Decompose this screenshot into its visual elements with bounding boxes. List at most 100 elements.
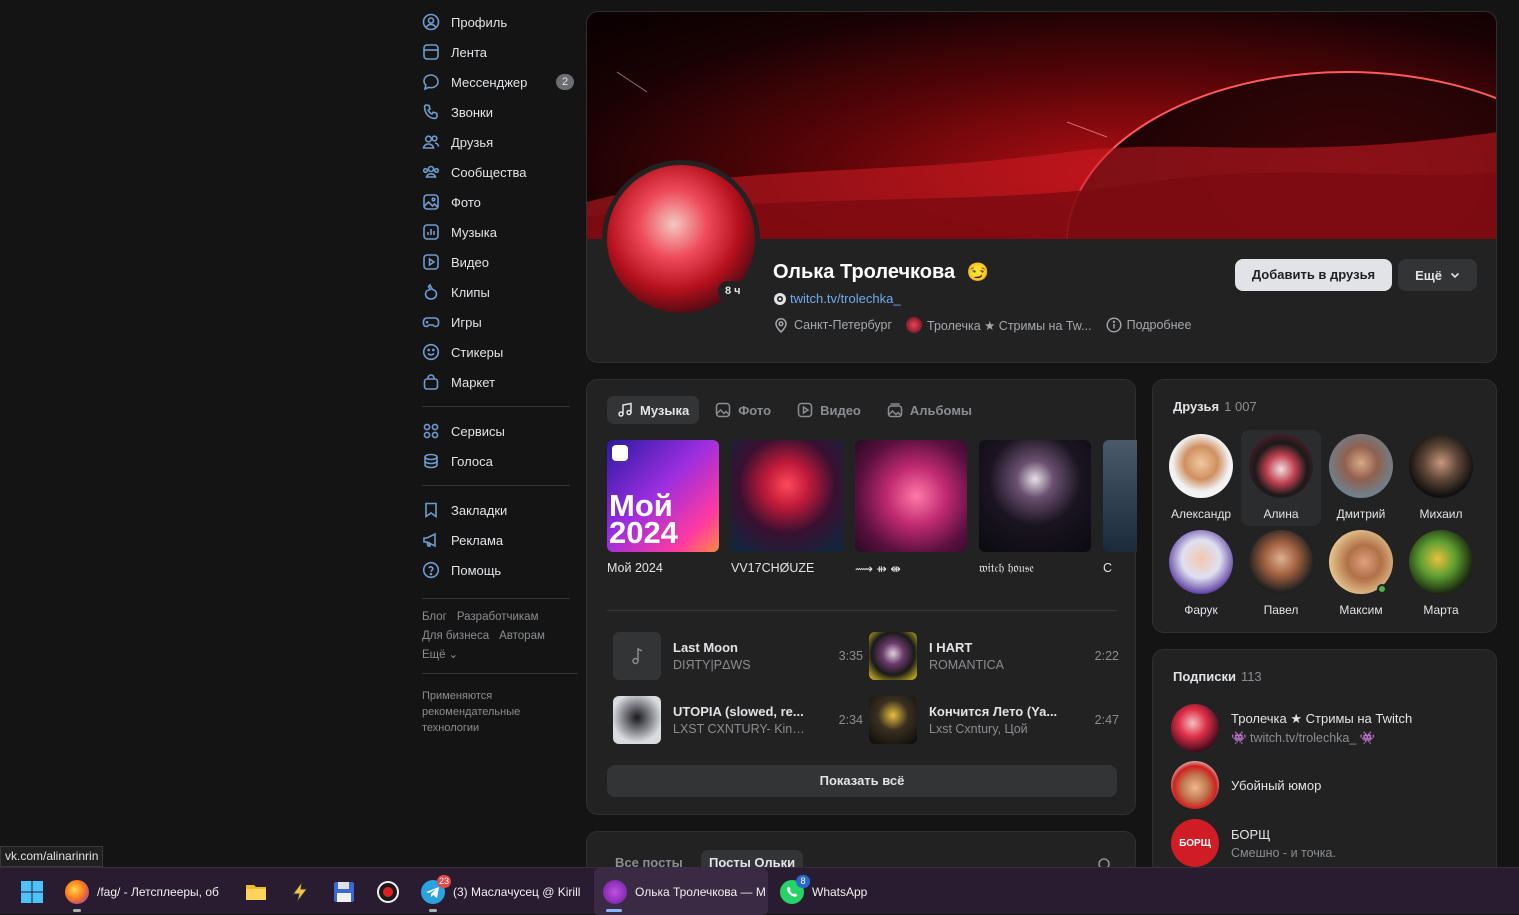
taskbar-label: Олька Тролечкова — М — [635, 884, 765, 899]
footer-more-link[interactable]: Ещё ⌄ — [422, 646, 574, 665]
nav-item-stickers[interactable]: Стикеры — [414, 337, 574, 367]
nav-item-profile[interactable]: Профиль — [414, 7, 574, 37]
nav-item-clips[interactable]: Клипы — [414, 277, 574, 307]
nav-divider — [422, 673, 578, 674]
nav-item-help[interactable]: Помощь — [414, 555, 574, 585]
track-item[interactable]: Last Moon DIЯTY|PΔWS 3:35 — [613, 632, 863, 680]
taskbar-vk-browser[interactable]: Олька Тролечкова — М — [594, 868, 768, 915]
community-info[interactable]: Тролечка ★ Стримы на Tw... — [906, 317, 1092, 333]
subscription-desc: Смешно - и точка. — [1231, 845, 1336, 860]
subscription-name: Тролечка ★ Стримы на Twitch — [1231, 710, 1413, 726]
add-friend-button[interactable]: Добавить в друзья — [1235, 259, 1392, 291]
friend-item[interactable]: Алина — [1241, 430, 1321, 526]
friend-item[interactable]: Марта — [1401, 526, 1481, 622]
bookmark-icon — [425, 502, 437, 519]
link-authors[interactable]: Авторам — [499, 630, 545, 642]
start-button[interactable] — [20, 868, 44, 915]
nav-item-calls[interactable]: Звонки — [414, 97, 574, 127]
profile-avatar[interactable]: 8 ч — [602, 160, 760, 318]
nav-item-bookmarks[interactable]: Закладки — [414, 495, 574, 525]
details-link[interactable]: Подробнее — [1106, 317, 1192, 333]
playlist-item[interactable]: VV17CHØUZE — [731, 440, 843, 580]
status-link-text: twitch.tv/trolechka_ — [790, 291, 901, 306]
subscription-item[interactable]: Тролечка ★ Стримы на Twitch 👾 twitch.tv/… — [1171, 704, 1412, 752]
profile-more-button[interactable]: Ещё — [1398, 259, 1477, 291]
firefox-icon — [65, 879, 89, 904]
community-label: Тролечка ★ Стримы на Tw... — [927, 318, 1092, 333]
emoji-status-icon: 😏 — [966, 262, 990, 282]
taskbar-explorer[interactable] — [244, 868, 268, 915]
playlist-item[interactable]: С — [1103, 440, 1137, 580]
nav-item-market[interactable]: Маркет — [414, 367, 574, 397]
nav-item-video[interactable]: Видео — [414, 247, 574, 277]
tab-photo[interactable]: Фото — [705, 396, 781, 424]
clips-icon — [424, 283, 438, 300]
tab-music[interactable]: Музыка — [607, 396, 700, 424]
subscriptions-header[interactable]: Подписки 113 — [1173, 669, 1262, 684]
nav-item-services[interactable]: Сервисы — [414, 416, 574, 446]
smile-icon — [422, 343, 440, 361]
track-item[interactable]: I HART ROMANTICA 2:22 — [869, 632, 1119, 680]
track-item[interactable]: Кончится Лето (Ya... Lxst Cxntury, Цой 2… — [869, 696, 1119, 744]
subscriptions-card: Подписки 113 Тролечка ★ Стримы на Twitch … — [1152, 649, 1497, 879]
taskbar-app-winamp[interactable] — [288, 868, 312, 915]
albums-icon — [887, 403, 903, 418]
friend-item[interactable]: Максим — [1321, 526, 1401, 622]
tab-video[interactable]: Видео — [787, 396, 871, 424]
whatsapp-icon: 8 — [780, 874, 810, 904]
nav-item-friends[interactable]: Друзья — [414, 127, 574, 157]
link-developers[interactable]: Разработчикам — [457, 611, 539, 623]
music-note-icon — [632, 647, 643, 665]
more-label: Ещё — [1415, 267, 1442, 283]
track-item[interactable]: UTOPIA (slowed, re... LXST CXNTURY- King… — [613, 696, 863, 744]
online-time-badge: 8 ч — [718, 281, 748, 301]
nav-item-votes[interactable]: Голоса — [414, 446, 574, 476]
playlist-cover — [731, 440, 843, 552]
taskbar-app-recorder[interactable] — [376, 868, 400, 915]
services-icon — [423, 423, 439, 439]
tab-albums[interactable]: Альбомы — [877, 396, 982, 424]
track-meta: Last Moon DIЯTY|PΔWS — [673, 640, 808, 672]
nav-label: Помощь — [451, 562, 502, 578]
nav-item-photo[interactable]: Фото — [414, 187, 574, 217]
nav-item-games[interactable]: Игры — [414, 307, 574, 337]
show-all-button[interactable]: Показать всё — [607, 765, 1117, 797]
taskbar-label: /fag/ - Летсплееры, об — [97, 884, 219, 899]
link-blog[interactable]: Блог — [422, 611, 447, 623]
profile-status-link[interactable]: twitch.tv/trolechka_ — [773, 291, 901, 306]
friends-header[interactable]: Друзья 1 007 — [1173, 399, 1257, 414]
playlist-cover-title: Мой 2024 — [609, 488, 678, 550]
nav-divider — [422, 598, 570, 599]
user-circle-icon — [422, 13, 440, 31]
subscription-item[interactable]: БОРЩ БОРЩ Смешно - и точка. — [1171, 819, 1336, 867]
nav-item-ads[interactable]: Реклама — [414, 525, 574, 555]
nav-item-messenger[interactable]: Мессенджер 2 — [414, 67, 574, 97]
friend-item[interactable]: Фарук — [1161, 526, 1241, 622]
playlist-item[interactable]: 𝔴𝔦𝔱𝔠𝔥 𝔥𝔬𝔲𝔰𝔢 — [979, 440, 1091, 580]
link-business[interactable]: Для бизнеса — [422, 630, 489, 642]
playlist-item[interactable]: Мой 2024 Мой 2024 — [607, 440, 719, 580]
nav-item-feed[interactable]: Лента — [414, 37, 574, 67]
floppy-disk-icon — [334, 881, 354, 902]
media-tabs: Музыка Фото Видео Альбомы — [607, 396, 982, 424]
friend-item[interactable]: Александр — [1161, 430, 1241, 526]
friend-item[interactable]: Михаил — [1401, 430, 1481, 526]
friend-item[interactable]: Дмитрий — [1321, 430, 1401, 526]
taskbar-app-save[interactable] — [332, 868, 356, 915]
taskbar-telegram[interactable]: 23 (3) Маслачусец @ Kirill — [412, 868, 588, 915]
lightning-icon — [292, 881, 309, 902]
friend-item[interactable]: Павел — [1241, 526, 1321, 622]
folder-icon — [246, 884, 266, 900]
playlist-item[interactable]: ⟿ ⇻ ⇼ — [855, 440, 967, 580]
friends-card: Друзья 1 007 Александр Алина Дмитрий Миха… — [1152, 379, 1497, 633]
taskbar-whatsapp[interactable]: 8 WhatsApp — [780, 868, 880, 915]
friend-name: Максим — [1339, 603, 1383, 617]
profile-name: Олька Тролечкова — [773, 261, 956, 283]
details-label: Подробнее — [1126, 318, 1192, 332]
nav-item-music[interactable]: Музыка — [414, 217, 574, 247]
nav-item-communities[interactable]: Сообщества — [414, 157, 574, 187]
subscription-item[interactable]: Убойный юмор — [1171, 761, 1321, 809]
online-indicator — [1377, 584, 1387, 594]
playlist-cover — [855, 440, 967, 552]
taskbar-firefox[interactable]: /fag/ - Летсплееры, об — [56, 868, 230, 915]
